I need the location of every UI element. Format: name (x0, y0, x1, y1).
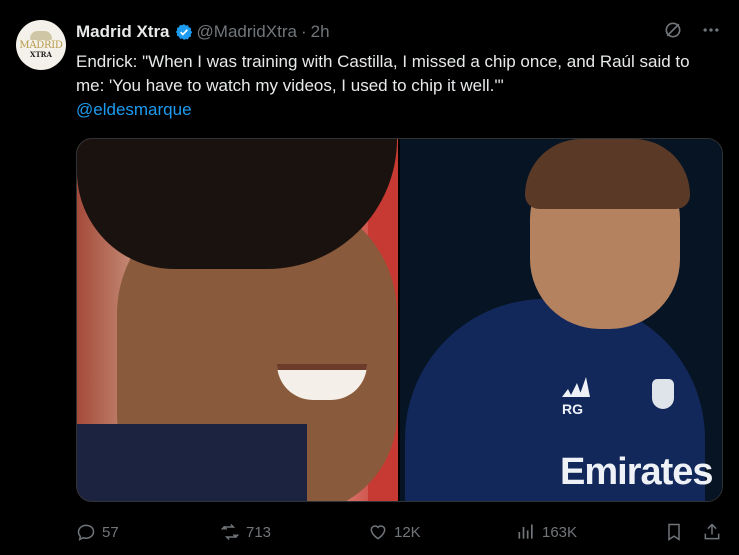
avatar[interactable]: MADRID XTRA (16, 20, 66, 70)
bookmark-button[interactable] (664, 522, 684, 542)
more-icon[interactable] (701, 20, 721, 40)
grok-icon[interactable] (663, 20, 683, 40)
club-crest-icon (652, 379, 674, 409)
top-actions (663, 20, 721, 40)
action-bar: 57 713 12K 163K (76, 520, 723, 544)
repost-icon (221, 523, 239, 541)
reply-icon (77, 524, 95, 541)
like-icon (370, 525, 386, 540)
separator-dot: · (300, 22, 307, 41)
repost-count: 713 (246, 523, 272, 541)
adidas-logo-icon (562, 377, 590, 397)
repost-button[interactable]: 713 (220, 522, 271, 542)
like-button[interactable]: 12K (368, 522, 421, 542)
tweet-card[interactable]: MADRID XTRA Madrid Xtra @MadridXtra · 2h… (0, 0, 739, 555)
views-icon (518, 524, 533, 539)
timestamp[interactable]: 2h (311, 22, 330, 42)
share-icon (704, 523, 720, 540)
hair-shape (525, 139, 690, 209)
photo-endrick[interactable] (77, 139, 398, 501)
bookmark-icon (668, 523, 680, 541)
verified-badge-icon (175, 24, 192, 40)
views-count: 163K (542, 523, 578, 541)
avatar-logo-line2: XTRA (30, 50, 52, 59)
mention-link[interactable]: @eldesmarque (76, 100, 192, 119)
tracksuit-initials: RG (562, 401, 583, 417)
display-name[interactable]: Madrid Xtra (76, 22, 170, 42)
reply-button[interactable]: 57 (76, 522, 119, 542)
tweet-text: Endrick: "When I was training with Casti… (76, 50, 716, 122)
views-button[interactable]: 163K (516, 522, 577, 542)
photo-raul[interactable]: RG Emirates (400, 139, 722, 501)
handle[interactable]: @MadridXtra (197, 22, 297, 42)
avatar-crest-icon (30, 31, 52, 40)
share-button[interactable] (702, 522, 722, 542)
tweet-header: Madrid Xtra @MadridXtra · 2h (76, 20, 330, 44)
like-count: 12K (394, 523, 421, 541)
tweet-body: Endrick: "When I was training with Casti… (76, 52, 690, 95)
sponsor-text: Emirates (560, 451, 714, 493)
tweet-media[interactable]: RG Emirates (76, 138, 723, 502)
reply-count: 57 (102, 523, 119, 541)
jersey-shape (77, 424, 307, 501)
